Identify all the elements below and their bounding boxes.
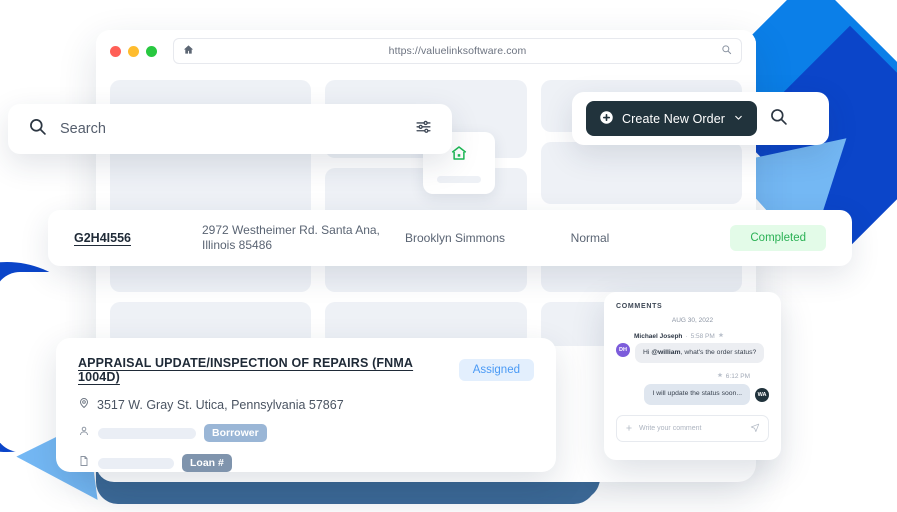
minimize-window-button[interactable] xyxy=(128,45,139,57)
order-row[interactable]: G2H4I556 2972 Westheimer Rd. Santa Ana, … xyxy=(48,210,852,266)
search-icon[interactable] xyxy=(769,107,788,131)
maximize-window-button[interactable] xyxy=(146,45,157,57)
order-address: 2972 Westheimer Rd. Santa Ana, Illinois … xyxy=(202,223,380,252)
order-contact: Brooklyn Simmons xyxy=(404,231,506,245)
search-input[interactable]: Search xyxy=(60,121,402,137)
plus-circle-icon xyxy=(599,110,614,128)
star-icon xyxy=(718,332,724,340)
avatar: WA xyxy=(755,387,769,402)
url-text: https://valuelinksoftware.com xyxy=(388,45,527,57)
window-controls[interactable] xyxy=(110,45,157,57)
filter-sliders-icon[interactable] xyxy=(415,118,432,140)
comments-panel: COMMENTS AUG 30, 2022 Michael Joseph · 5… xyxy=(604,292,781,460)
plus-icon[interactable] xyxy=(625,419,633,437)
comment-meta-2: 6:12 PM xyxy=(616,372,750,380)
search-bar-card[interactable]: Search xyxy=(8,104,452,154)
chevron-down-icon[interactable] xyxy=(733,112,744,126)
comment-row-left: DH Hi @william, what's the order status? xyxy=(616,343,769,364)
document-icon xyxy=(78,454,90,472)
borrower-row: Borrower xyxy=(78,424,534,442)
skeleton-bar xyxy=(437,175,481,183)
mention[interactable]: @william xyxy=(651,349,680,356)
page-root: https://valuelinksoftware.com Search Cre… xyxy=(0,0,897,512)
comments-date: AUG 30, 2022 xyxy=(671,317,714,324)
comment-input[interactable]: Write your comment xyxy=(639,425,744,432)
search-icon xyxy=(28,117,47,141)
appraisal-title-link[interactable]: APPRAISAL UPDATE/INSPECTION OF REPAIRS (… xyxy=(78,356,445,384)
comment-timestamp: 5:58 PM xyxy=(690,332,715,340)
close-window-button[interactable] xyxy=(110,45,121,57)
comment-input-wrapper[interactable]: Write your comment xyxy=(616,414,769,442)
address-bar[interactable]: https://valuelinksoftware.com xyxy=(173,38,742,64)
send-icon[interactable] xyxy=(750,419,760,437)
house-icon xyxy=(449,144,469,167)
create-order-card: Create New Order xyxy=(572,92,829,145)
loan-row: Loan # xyxy=(78,454,534,472)
order-id-link[interactable]: G2H4I556 xyxy=(74,231,202,245)
appraisal-header: APPRAISAL UPDATE/INSPECTION OF REPAIRS (… xyxy=(78,356,534,384)
user-icon xyxy=(78,424,90,442)
star-icon xyxy=(717,372,723,380)
comments-heading: COMMENTS xyxy=(616,303,663,310)
browser-toolbar: https://valuelinksoftware.com xyxy=(96,30,756,72)
create-order-label: Create New Order xyxy=(622,111,726,126)
status-badge: Completed xyxy=(730,225,826,251)
appraisal-address-row: 3517 W. Gray St. Utica, Pennsylvania 578… xyxy=(78,397,534,412)
comment-bubble: I will update the status soon... xyxy=(644,384,750,405)
appraisal-status-badge: Assigned xyxy=(458,359,534,381)
borrower-chip: Borrower xyxy=(204,424,267,442)
loan-value-placeholder xyxy=(98,457,174,469)
skeleton-block xyxy=(540,142,742,204)
comment-bubble: Hi @william, what's the order status? xyxy=(635,343,765,364)
comment-row-right: I will update the status soon... WA xyxy=(616,384,769,405)
comment-timestamp: 6:12 PM xyxy=(725,372,750,380)
create-new-order-button[interactable]: Create New Order xyxy=(586,101,758,136)
home-icon xyxy=(183,42,194,60)
appraisal-address: 3517 W. Gray St. Utica, Pennsylvania 578… xyxy=(97,397,344,412)
borrower-value-placeholder xyxy=(98,427,196,439)
comment-meta-1: Michael Joseph · 5:58 PM xyxy=(634,332,769,340)
appraisal-card[interactable]: APPRAISAL UPDATE/INSPECTION OF REPAIRS (… xyxy=(56,338,556,472)
comment-time: · xyxy=(685,332,688,340)
order-priority: Normal xyxy=(570,231,610,245)
loan-chip: Loan # xyxy=(182,454,232,472)
map-pin-icon xyxy=(78,397,90,412)
comment-author: Michael Joseph xyxy=(634,332,683,340)
avatar: DH xyxy=(616,343,630,357)
search-icon[interactable] xyxy=(721,42,732,60)
